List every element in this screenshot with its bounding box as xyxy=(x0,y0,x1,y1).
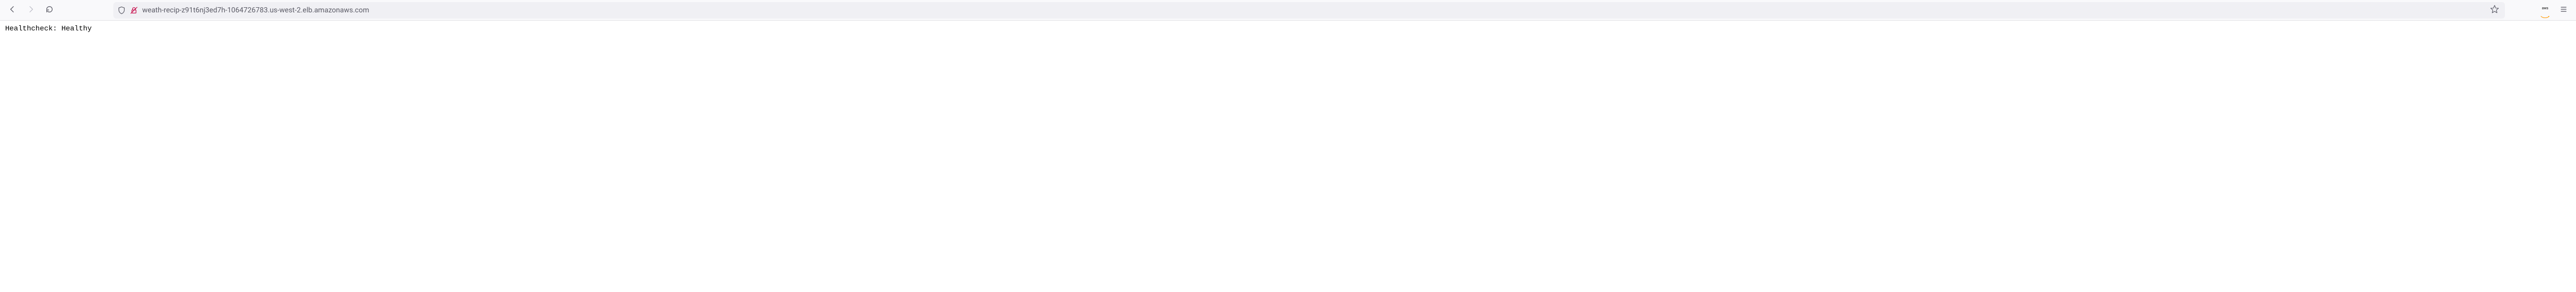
app-menu-button[interactable] xyxy=(2555,2,2572,19)
reload-button[interactable] xyxy=(41,2,58,19)
back-button[interactable] xyxy=(4,2,21,19)
address-bar[interactable]: weath-recip-z91t6nj3ed7h-1064726783.us-w… xyxy=(113,2,2505,19)
shield-icon[interactable] xyxy=(117,6,126,14)
reload-icon xyxy=(45,5,54,15)
forward-button[interactable] xyxy=(23,2,39,19)
star-icon xyxy=(2490,5,2499,16)
aws-extension-label: aws xyxy=(2542,7,2549,10)
url-text[interactable]: weath-recip-z91t6nj3ed7h-1064726783.us-w… xyxy=(142,6,2484,14)
aws-swoosh-icon xyxy=(2540,11,2550,14)
aws-extension-button[interactable]: aws xyxy=(2538,3,2552,18)
page-body-text: Healthcheck: Healthy xyxy=(0,21,2576,37)
hamburger-icon xyxy=(2560,5,2568,15)
bookmark-button[interactable] xyxy=(2488,4,2501,17)
arrow-right-icon xyxy=(27,5,35,15)
browser-toolbar: weath-recip-z91t6nj3ed7h-1064726783.us-w… xyxy=(0,0,2576,21)
toolbar-right-controls: aws xyxy=(2507,2,2572,19)
arrow-left-icon xyxy=(8,5,16,15)
lock-insecure-icon[interactable] xyxy=(130,6,138,14)
